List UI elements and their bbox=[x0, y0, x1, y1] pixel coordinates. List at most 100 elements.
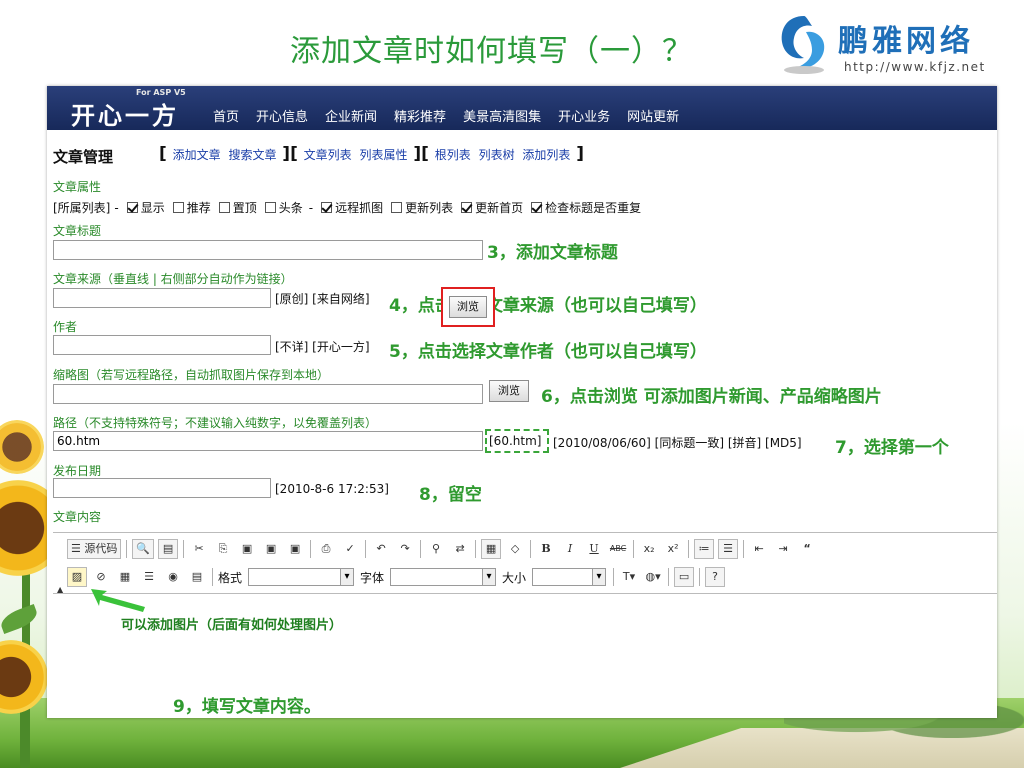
special-char-icon[interactable]: ▤ bbox=[187, 567, 207, 587]
path-input[interactable] bbox=[53, 431, 483, 451]
paste-text-icon[interactable]: ▣ bbox=[261, 539, 281, 559]
source-input[interactable] bbox=[53, 288, 271, 308]
italic-icon[interactable]: I bbox=[560, 539, 580, 559]
link-add-article[interactable]: 添加文章 bbox=[173, 148, 221, 162]
title-input[interactable] bbox=[53, 240, 483, 260]
source-options[interactable]: [原创] [来自网络] bbox=[275, 290, 370, 307]
nav-item-updates[interactable]: 网站更新 bbox=[627, 106, 679, 125]
unordered-list-icon[interactable]: ☰ bbox=[718, 539, 739, 559]
annotation-step7: 7，选择第一个 bbox=[835, 438, 949, 458]
undo-icon[interactable]: ↶ bbox=[371, 539, 391, 559]
checkbox-headline-label: 头条 bbox=[278, 201, 303, 215]
checkbox-show[interactable] bbox=[126, 202, 138, 213]
logo-mark-icon bbox=[781, 16, 825, 74]
source-label: 文章来源（垂直线 | 右侧部分自动作为链接） bbox=[53, 272, 293, 286]
thumbnail-label: 缩略图（若写远程路径，自动抓取图片保存到本地） bbox=[53, 368, 330, 382]
text-color-icon[interactable]: T▾ bbox=[619, 567, 639, 587]
date-input[interactable] bbox=[53, 478, 271, 498]
path-options-rest[interactable]: [2010/08/06/60] [同标题一致] [拼音] [MD5] bbox=[553, 434, 802, 451]
checkbox-headline[interactable] bbox=[264, 202, 276, 213]
checkbox-update-home[interactable] bbox=[461, 202, 473, 213]
checkbox-remote-image-label: 远程抓图 bbox=[335, 201, 384, 215]
spellcheck-icon[interactable]: ✓ bbox=[340, 539, 360, 559]
path-option-first[interactable]: [60.htm] bbox=[489, 434, 541, 448]
checkbox-top[interactable] bbox=[218, 202, 230, 213]
checkbox-update-list[interactable] bbox=[391, 202, 403, 213]
link-list-tree[interactable]: 列表树 bbox=[479, 148, 515, 162]
outdent-icon[interactable]: ⇤ bbox=[749, 539, 769, 559]
thumbnail-input[interactable] bbox=[53, 384, 483, 404]
cut-icon[interactable]: ✂ bbox=[189, 539, 209, 559]
nav-item-business[interactable]: 开心业务 bbox=[558, 106, 610, 125]
strikethrough-icon[interactable]: ABC bbox=[608, 539, 628, 559]
source-code-button[interactable]: ☰ 源代码 bbox=[67, 539, 122, 559]
bg-color-icon[interactable]: ◍▾ bbox=[643, 567, 663, 587]
checkbox-check-title[interactable] bbox=[531, 202, 543, 213]
nav-item-featured[interactable]: 精彩推荐 bbox=[394, 106, 446, 125]
horizontal-rule-icon[interactable]: ☰ bbox=[139, 567, 159, 587]
attributes-row: [所属列表] - 显示 推荐 置顶 头条 - 远程抓图 更新列表 更新首页 检查… bbox=[53, 199, 642, 216]
subscript-icon[interactable]: x₂ bbox=[639, 539, 659, 559]
select-all-icon[interactable]: ▦ bbox=[481, 539, 502, 559]
preview-icon[interactable]: 🔍 bbox=[132, 539, 155, 559]
source-browse-button[interactable]: 浏览 bbox=[449, 296, 487, 318]
annotation-step9: 9，填写文章内容。 bbox=[173, 697, 321, 717]
nav-item-news[interactable]: 企业新闻 bbox=[325, 106, 377, 125]
remove-format-icon[interactable]: ◇ bbox=[505, 539, 525, 559]
font-label: 字体 bbox=[360, 570, 385, 585]
table-icon[interactable]: ▦ bbox=[115, 567, 135, 587]
checkbox-remote-image[interactable] bbox=[321, 202, 333, 213]
indent-icon[interactable]: ⇥ bbox=[773, 539, 793, 559]
link-root-list[interactable]: 根列表 bbox=[435, 148, 471, 162]
annotation-step5: 5，点击选择文章作者（也可以自己填写） bbox=[389, 342, 707, 362]
date-option[interactable]: [2010-8-6 17:2:53] bbox=[275, 482, 389, 496]
find-icon[interactable]: ⚲ bbox=[426, 539, 446, 559]
underline-icon[interactable]: U bbox=[584, 539, 604, 559]
nav-item-home[interactable]: 首页 bbox=[213, 106, 239, 125]
rich-text-editor: ☰ 源代码 🔍 ▤ ✂ ⎘ ▣ ▣ ▣ ⎙ ✓ ↶ ↷ ⚲ ⇄ ▦ ◇ B I … bbox=[53, 532, 997, 717]
font-select[interactable] bbox=[390, 568, 497, 586]
author-input[interactable] bbox=[53, 335, 271, 355]
link-article-list[interactable]: 文章列表 bbox=[304, 148, 352, 162]
checkbox-top-label: 置顶 bbox=[232, 201, 257, 215]
ordered-list-icon[interactable]: ≔ bbox=[694, 539, 715, 559]
format-select[interactable] bbox=[248, 568, 355, 586]
content-label: 文章内容 bbox=[53, 510, 102, 524]
nav-item-gallery[interactable]: 美景高清图集 bbox=[463, 106, 541, 125]
format-label: 格式 bbox=[218, 570, 243, 585]
bold-icon[interactable]: B bbox=[536, 539, 556, 559]
site-logo: 开心一方 bbox=[71, 102, 179, 130]
smiley-icon[interactable]: ◉ bbox=[163, 567, 183, 587]
author-label: 作者 bbox=[53, 320, 78, 334]
redo-icon[interactable]: ↷ bbox=[395, 539, 415, 559]
paste-word-icon[interactable]: ▣ bbox=[285, 539, 305, 559]
nav-item-info[interactable]: 开心信息 bbox=[256, 106, 308, 125]
link-search-article[interactable]: 搜索文章 bbox=[228, 148, 276, 162]
flash-icon[interactable]: ⊘ bbox=[91, 567, 111, 587]
admin-screenshot-panel: For ASP V5 开心一方 首页 开心信息 企业新闻 精彩推荐 美景高清图集… bbox=[47, 86, 997, 718]
attributes-label: 文章属性 bbox=[53, 180, 102, 194]
checkbox-recommend[interactable] bbox=[172, 202, 184, 213]
blockquote-icon[interactable]: “ bbox=[797, 539, 817, 559]
size-label: 大小 bbox=[502, 570, 527, 585]
copy-icon[interactable]: ⎘ bbox=[213, 539, 233, 559]
title-label: 文章标题 bbox=[53, 224, 102, 238]
replace-icon[interactable]: ⇄ bbox=[450, 539, 470, 559]
collapse-toolbar-icon[interactable]: ▲ bbox=[57, 585, 63, 594]
link-add-list[interactable]: 添加列表 bbox=[522, 148, 570, 162]
help-icon[interactable]: ? bbox=[705, 567, 726, 587]
maximize-icon[interactable]: ▭ bbox=[674, 567, 695, 587]
annotation-step4: 4，点击选择文章来源（也可以自己填写） bbox=[389, 296, 707, 316]
templates-icon[interactable]: ▤ bbox=[158, 539, 179, 559]
insert-image-icon[interactable]: ▨ bbox=[67, 567, 87, 587]
link-list-attributes[interactable]: 列表属性 bbox=[360, 148, 408, 162]
print-icon[interactable]: ⎙ bbox=[316, 539, 336, 559]
editor-toolbar-row1: ☰ 源代码 🔍 ▤ ✂ ⎘ ▣ ▣ ▣ ⎙ ✓ ↶ ↷ ⚲ ⇄ ▦ ◇ B I … bbox=[67, 537, 821, 561]
thumbnail-browse-button[interactable]: 浏览 bbox=[489, 380, 529, 402]
size-select[interactable] bbox=[532, 568, 607, 586]
list-prefix[interactable]: [所属列表] bbox=[53, 199, 110, 216]
author-options[interactable]: [不详] [开心一方] bbox=[275, 338, 370, 355]
paste-icon[interactable]: ▣ bbox=[237, 539, 257, 559]
superscript-icon[interactable]: x² bbox=[663, 539, 683, 559]
editor-content-area[interactable]: 可以添加图片（后面有如何处理图片） 9，填写文章内容。 bbox=[53, 593, 997, 717]
